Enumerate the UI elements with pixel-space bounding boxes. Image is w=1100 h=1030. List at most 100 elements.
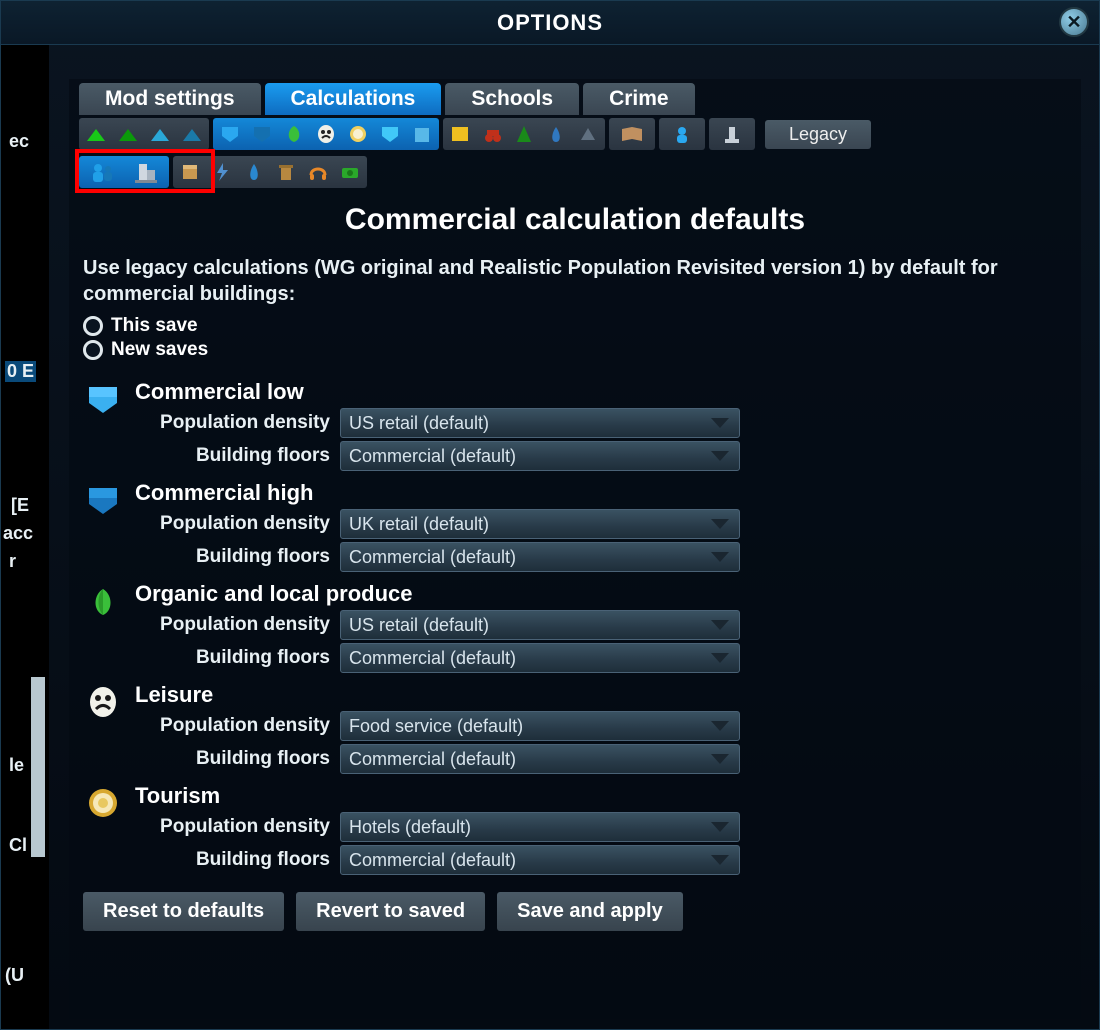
chevron-down-icon (711, 721, 729, 731)
footer-buttons: Reset to defaults Revert to saved Save a… (69, 878, 1081, 945)
farming-icon[interactable] (477, 120, 507, 148)
sidebar-scrollbar-thumb[interactable] (31, 677, 45, 857)
tab-schools[interactable]: Schools (445, 83, 579, 115)
category-title: Commercial high (135, 480, 1067, 506)
com-eco2-icon[interactable] (407, 120, 437, 148)
tourism-floors-dropdown[interactable]: Commercial (default) (340, 845, 740, 875)
sidebar-frag: ec (9, 131, 29, 152)
setting-label: Building floors (135, 546, 330, 568)
com-low-icon[interactable] (215, 120, 245, 148)
setting-row: Building floorsCommercial (default) (135, 744, 1067, 774)
sidebar-frag: acc (3, 523, 33, 544)
income-cash-icon[interactable] (335, 158, 365, 186)
chevron-down-icon (711, 822, 729, 832)
category-commercial-high: Commercial highPopulation densityUK reta… (69, 474, 1081, 575)
icongroup-commercial[interactable] (213, 118, 439, 150)
save-button[interactable]: Save and apply (497, 892, 683, 931)
res-eco-high-icon[interactable] (177, 120, 207, 148)
leisure-mask-icon[interactable] (311, 120, 341, 148)
water-drop-icon[interactable] (239, 158, 269, 186)
res-high-icon[interactable] (113, 120, 143, 148)
commercial-low-floors-dropdown[interactable]: Commercial (default) (340, 441, 740, 471)
dropdown-value: Commercial (default) (349, 850, 516, 871)
sidebar-frag: r (9, 551, 16, 572)
category-body: Commercial highPopulation densityUK reta… (135, 480, 1067, 575)
icongroup-education[interactable] (609, 118, 655, 150)
organic-produce-floors-dropdown[interactable]: Commercial (default) (340, 643, 740, 673)
res-low-icon[interactable] (81, 120, 111, 148)
ore-icon[interactable] (573, 120, 603, 148)
commercial-high-density-dropdown[interactable]: UK retail (default) (340, 509, 740, 539)
icongroup-residential[interactable] (79, 118, 209, 150)
setting-label: Building floors (135, 445, 330, 467)
category-body: Organic and local producePopulation dens… (135, 581, 1067, 676)
sidebar-frag: [E (11, 495, 29, 516)
chevron-down-icon (711, 519, 729, 529)
forestry-icon[interactable] (509, 120, 539, 148)
category-leisure: LeisurePopulation densityFood service (d… (69, 676, 1081, 777)
noise-headphones-icon[interactable] (303, 158, 333, 186)
garbage-icon[interactable] (271, 158, 301, 186)
com-high-icon[interactable] (247, 120, 277, 148)
icongroup-industry[interactable] (443, 118, 605, 150)
icongroup-citizen[interactable] (659, 118, 705, 150)
citizen-icon[interactable] (661, 120, 703, 148)
tab-crime[interactable]: Crime (583, 83, 695, 115)
chevron-down-icon (711, 653, 729, 663)
category-title: Leisure (135, 682, 1067, 708)
monument-icon[interactable] (711, 120, 753, 148)
commercial-low-density-dropdown[interactable]: US retail (default) (340, 408, 740, 438)
building-subtab-icon[interactable] (125, 158, 167, 186)
radio-new-saves[interactable]: New saves (83, 339, 1067, 361)
dropdown-value: Hotels (default) (349, 817, 471, 838)
commercial-high-floors-dropdown[interactable]: Commercial (default) (340, 542, 740, 572)
close-icon: ✕ (1066, 12, 1081, 33)
chevron-down-icon (711, 451, 729, 461)
tourism-coin-icon[interactable] (343, 120, 373, 148)
tab-mod-settings[interactable]: Mod settings (79, 83, 261, 115)
icongroup-monument[interactable] (709, 118, 755, 150)
sidebar-frag: (U (5, 965, 24, 986)
chevron-down-icon (711, 855, 729, 865)
setting-label: Population density (135, 614, 330, 636)
revert-button[interactable]: Revert to saved (296, 892, 485, 931)
sidebar-frag: 0 E (5, 361, 36, 382)
setting-label: Building floors (135, 647, 330, 669)
people-subtab-icon[interactable] (81, 158, 123, 186)
radio-label: New saves (111, 339, 208, 361)
goods-icon[interactable] (175, 158, 205, 186)
leisure-icon (83, 682, 123, 722)
dropdown-value: Commercial (default) (349, 547, 516, 568)
chevron-down-icon (711, 552, 729, 562)
radio-this-save[interactable]: This save (83, 315, 1067, 337)
reset-button[interactable]: Reset to defaults (83, 892, 284, 931)
power-bolt-icon[interactable] (207, 158, 237, 186)
setting-row: Building floors Commercial (default) (135, 845, 1067, 875)
close-button[interactable]: ✕ (1059, 7, 1089, 37)
mods-sidebar[interactable]: ec 0 E [E acc r le Cl (U (1, 45, 49, 1029)
leisure-density-dropdown[interactable]: Food service (default) (340, 711, 740, 741)
res-eco-low-icon[interactable] (145, 120, 175, 148)
panel-description: Use legacy calculations (WG original and… (69, 255, 1081, 307)
com-eco-icon[interactable] (375, 120, 405, 148)
organic-icon[interactable] (279, 120, 309, 148)
dropdown-value: US retail (default) (349, 615, 489, 636)
category-body: Commercial lowPopulation densityUS retai… (135, 379, 1067, 474)
education-book-icon[interactable] (611, 120, 653, 148)
subtab-population[interactable] (79, 156, 169, 188)
office-icon[interactable] (445, 120, 475, 148)
radio-icon (83, 316, 103, 336)
subcategory-iconbar (69, 153, 1081, 191)
setting-label: Building floors (135, 849, 330, 871)
dropdown-value: Food service (default) (349, 716, 523, 737)
setting-row: Building floors Commercial (default) (135, 643, 1067, 673)
legacy-button[interactable]: Legacy (765, 120, 871, 149)
category-title: Commercial low (135, 379, 1067, 405)
leisure-floors-dropdown[interactable]: Commercial (default) (340, 744, 740, 774)
tourism-density-dropdown[interactable]: Hotels (default) (340, 812, 740, 842)
oil-icon[interactable] (541, 120, 571, 148)
content-panel: Mod settings Calculations Schools Crime (69, 79, 1081, 1019)
organic-produce-density-dropdown[interactable]: US retail (default) (340, 610, 740, 640)
tab-calculations[interactable]: Calculations (265, 83, 442, 115)
subtab-consumption[interactable] (173, 156, 367, 188)
